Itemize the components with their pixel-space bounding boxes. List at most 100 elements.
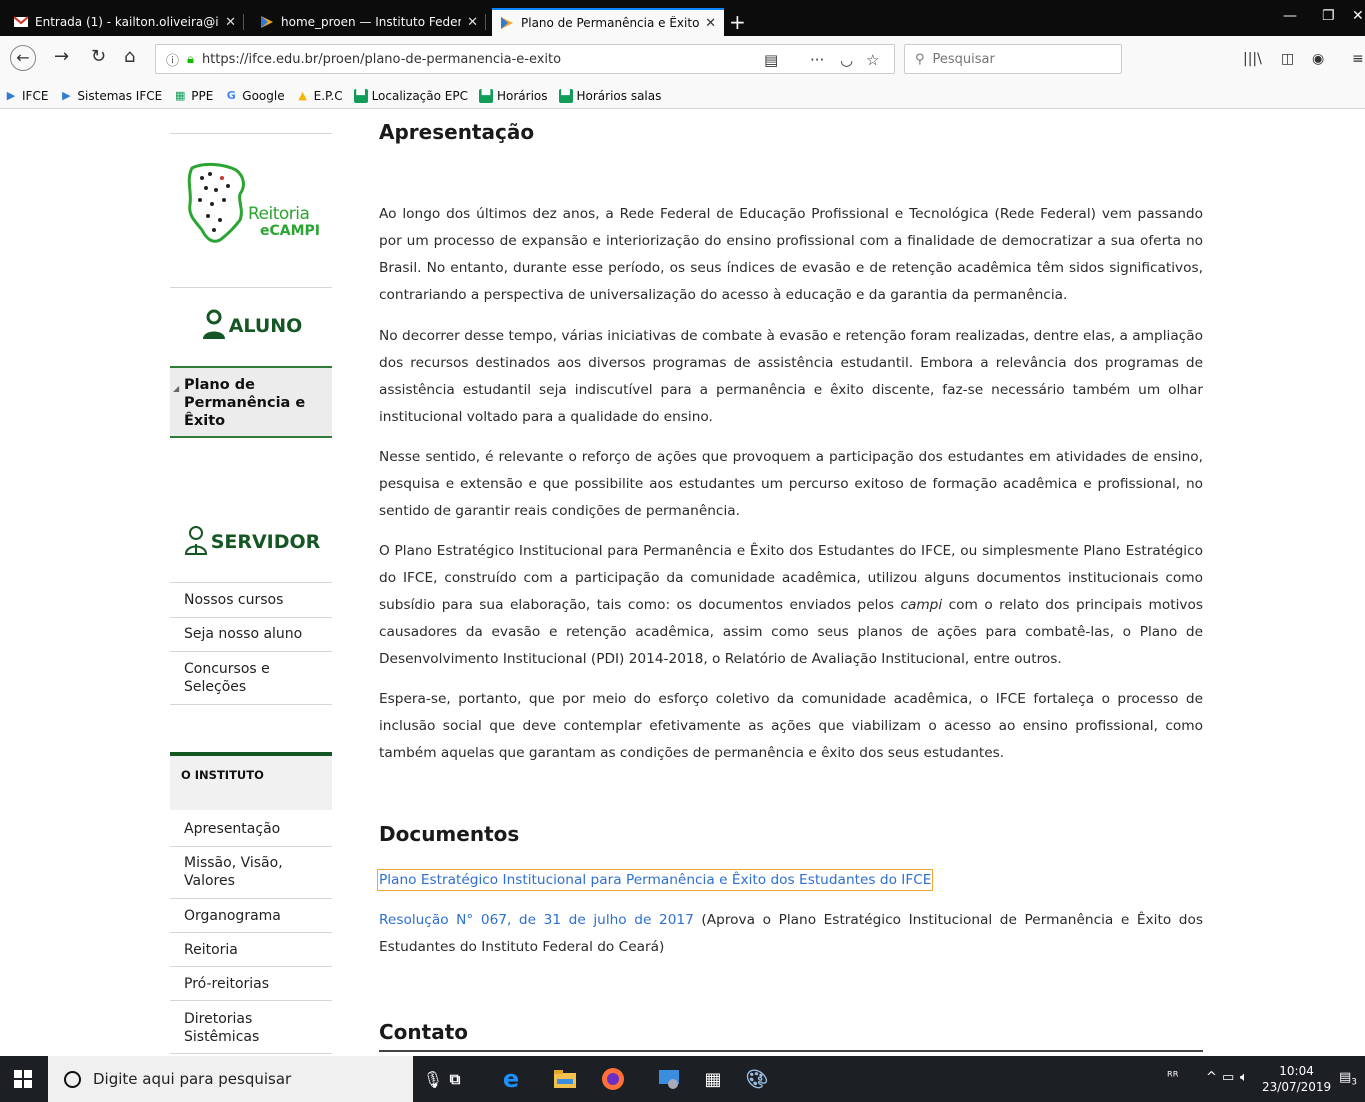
- network-app-icon[interactable]: [656, 1066, 682, 1092]
- search-input[interactable]: [932, 51, 1103, 67]
- search-box[interactable]: ⚲: [904, 44, 1122, 74]
- windows-start-icon[interactable]: [14, 1070, 32, 1088]
- reload-icon[interactable]: ↻: [91, 48, 106, 66]
- edge-icon[interactable]: e: [498, 1065, 524, 1093]
- people-icon[interactable]: ᴿᴿ: [1167, 1070, 1178, 1085]
- bookmarks-bar: ▶ IFCE ▶ Sistemas IFCE ▦ PPE G Google ▲ E.P.C…: [0, 84, 1365, 109]
- microphone-icon[interactable]: 🎙︎: [423, 1070, 443, 1089]
- divider: [170, 1000, 332, 1001]
- notifications-icon[interactable]: ▤3: [1339, 1070, 1357, 1088]
- network-icon[interactable]: ▭: [1222, 1070, 1234, 1085]
- tab-plano-permanencia[interactable]: Plano de Permanência e Êxito – ✕: [492, 8, 724, 36]
- home-icon[interactable]: ⌂: [124, 48, 135, 66]
- divider: [170, 651, 332, 652]
- reader-view-icon[interactable]: ▤: [764, 51, 778, 69]
- clock-time: 10:04: [1279, 1064, 1314, 1078]
- sidebar-item-diretorias[interactable]: Diretorias Sistêmicas: [170, 1010, 332, 1046]
- tab-title: Plano de Permanência e Êxito –: [521, 16, 700, 30]
- tab-home-proen[interactable]: home_proen — Instituto Feder ✕: [252, 8, 486, 36]
- show-hidden-icons[interactable]: ^: [1206, 1070, 1217, 1085]
- sidebar-item-missao[interactable]: Missão, Visão, Valores: [170, 854, 332, 890]
- bookmark-ifce[interactable]: ▶ IFCE: [4, 89, 49, 103]
- sidebar-item-reitoria[interactable]: Reitoria: [170, 941, 332, 959]
- sidebar-item-nossos-cursos[interactable]: Nossos cursos: [170, 591, 332, 609]
- sidebar-item-organograma[interactable]: Organograma: [170, 907, 332, 925]
- paragraph: Nesse sentido, é relevante o reforço de …: [379, 449, 1203, 519]
- classroom-icon: ▀: [478, 89, 493, 103]
- tab-gmail[interactable]: Entrada (1) - kailton.oliveira@if ✕: [6, 8, 244, 36]
- sheets-icon: ▦: [175, 89, 186, 102]
- minimize-icon[interactable]: —: [1283, 8, 1297, 24]
- paragraph: O Plano Estratégico Institucional para P…: [379, 543, 1204, 667]
- volume-icon[interactable]: 🔈︎: [1240, 1070, 1248, 1085]
- logo-text-ecampi: eCAMPI: [260, 223, 321, 239]
- document-link-resolucao[interactable]: Resolução N° 067, de 31 de julho de 2017: [379, 912, 694, 928]
- forward-icon[interactable]: →: [54, 48, 69, 66]
- taskbar-search-placeholder[interactable]: Digite aqui para pesquisar: [93, 1070, 291, 1088]
- task-view-icon[interactable]: ⧉: [442, 1066, 468, 1092]
- ifce-arrow-icon: ▶: [6, 89, 16, 102]
- divider: [170, 582, 332, 583]
- notification-count: 3: [1351, 1077, 1358, 1088]
- divider: [170, 1053, 332, 1054]
- bookmark-star-icon[interactable]: ☆: [866, 51, 879, 69]
- new-tab-button[interactable]: +: [729, 10, 746, 34]
- heading-apresentacao: Apresentação: [379, 120, 535, 144]
- back-icon[interactable]: ←: [10, 45, 36, 71]
- lock-icon[interactable]: 🔒︎: [187, 52, 194, 67]
- calculator-icon[interactable]: ▦: [700, 1066, 726, 1092]
- bookmark-ppe[interactable]: ▦ PPE: [173, 89, 213, 103]
- taskbar-search-box[interactable]: Digite aqui para pesquisar 🎙︎: [48, 1056, 443, 1102]
- instituto-heading: O INSTITUTO: [170, 752, 332, 810]
- firefox-icon[interactable]: [600, 1066, 626, 1092]
- ifce-arrow-icon: ▶: [62, 89, 71, 102]
- menu-icon[interactable]: ≡: [1352, 51, 1364, 67]
- sidebar-item-seja-nosso-aluno[interactable]: Seja nosso aluno: [170, 625, 332, 643]
- classroom-icon: ▀: [558, 89, 573, 103]
- clock[interactable]: 10:04 23/07/2019: [1262, 1063, 1331, 1095]
- clock-date: 23/07/2019: [1262, 1080, 1332, 1094]
- triangle-icon: ◢: [173, 384, 180, 393]
- bookmark-epc[interactable]: ▲ E.P.C: [296, 89, 342, 103]
- bookmark-horarios-salas[interactable]: ▀ Horários salas: [558, 89, 661, 103]
- staff-icon: [183, 525, 209, 560]
- aluno-heading: ALUNO: [170, 306, 333, 346]
- close-window-icon[interactable]: ✕: [1352, 8, 1364, 24]
- paint-icon[interactable]: 🎨︎: [744, 1066, 770, 1092]
- google-icon: G: [226, 89, 236, 102]
- close-icon[interactable]: ✕: [467, 15, 478, 30]
- pocket-icon[interactable]: ◡: [840, 51, 853, 69]
- account-icon[interactable]: ◉: [1312, 51, 1324, 67]
- bookmark-google[interactable]: G Google: [224, 89, 285, 103]
- divider: [379, 1050, 1203, 1052]
- document-link-plano-estrategico[interactable]: Plano Estratégico Institucional para Per…: [377, 869, 934, 891]
- search-icon: ⚲: [915, 51, 925, 67]
- web-page: Reitoria eCAMPI ALUNO ◢ Plano de Permanê…: [0, 110, 1365, 1056]
- logo-text-reitoria: Reitoria: [248, 204, 310, 224]
- page-actions-icon[interactable]: ···: [810, 51, 824, 69]
- classroom-icon: ▀: [353, 89, 368, 103]
- sidebar-item-plano-permanencia[interactable]: ◢ Plano de Permanência e Êxito: [170, 366, 332, 438]
- browser-nav-bar: ← → ↻ ⌂ ⓘ 🔒︎ https://ifce.edu.br/proen/p…: [0, 36, 1365, 84]
- sidebar-item-concursos[interactable]: Concursos e Seleções: [170, 660, 332, 696]
- file-explorer-icon[interactable]: [552, 1066, 578, 1092]
- info-icon[interactable]: ⓘ: [166, 50, 179, 69]
- heading-contato: Contato: [379, 1020, 469, 1044]
- url-bar[interactable]: ⓘ 🔒︎ https://ifce.edu.br/proen/plano-de-…: [155, 44, 895, 74]
- heading-documentos: Documentos: [379, 822, 520, 846]
- bookmark-localizacao-epc[interactable]: ▀ Localização EPC: [353, 89, 468, 103]
- sidebar-item-pro-reitorias[interactable]: Pró-reitorias: [170, 975, 332, 993]
- bookmark-horarios[interactable]: ▀ Horários: [478, 89, 548, 103]
- gmail-icon: [13, 15, 29, 29]
- url-text[interactable]: https://ifce.edu.br/proen/plano-de-perma…: [202, 52, 561, 67]
- close-icon[interactable]: ✕: [225, 15, 236, 30]
- restore-icon[interactable]: ❐: [1322, 8, 1335, 24]
- bookmark-sistemas-ifce[interactable]: ▶ Sistemas IFCE: [59, 89, 162, 103]
- sidebar-item-apresentacao[interactable]: Apresentação: [170, 820, 332, 838]
- close-icon[interactable]: ✕: [705, 16, 716, 31]
- library-icon[interactable]: |||\: [1243, 51, 1262, 67]
- paragraph-resolucao: Resolução N° 067, de 31 de julho de 2017…: [379, 912, 1203, 955]
- ifce-arrow-icon: [500, 16, 514, 30]
- sidebar-toggle-icon[interactable]: ◫: [1281, 51, 1294, 67]
- divider: [170, 617, 332, 618]
